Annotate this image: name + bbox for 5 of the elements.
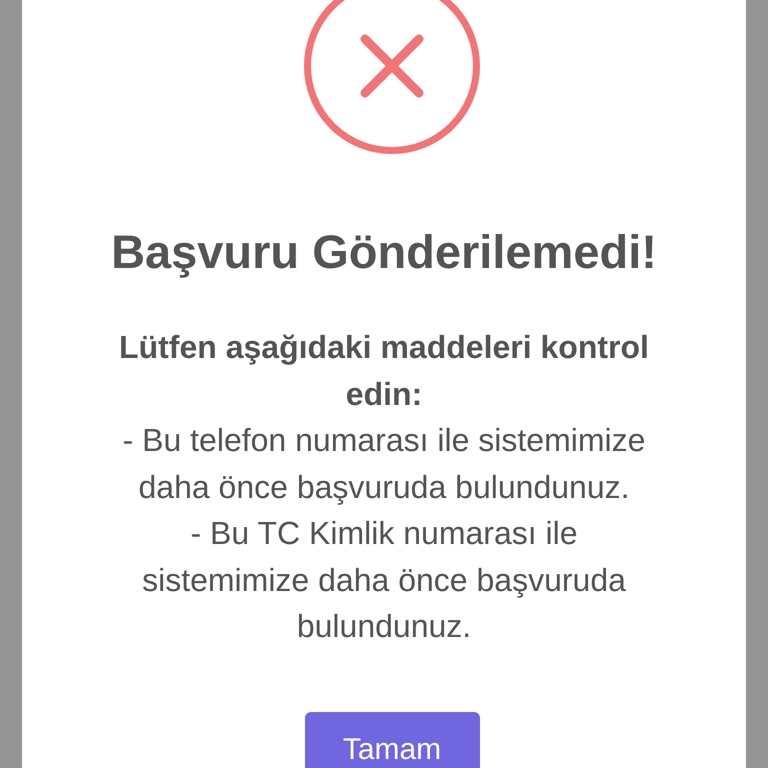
message-item: - Bu TC Kimlik numarası ile sistemimize daha önce başvuruda bulundunuz. — [141, 514, 627, 646]
confirm-button[interactable]: Tamam — [304, 712, 480, 768]
message-heading: Lütfen aşağıdaki maddeleri kontrol edin: — [118, 328, 650, 414]
dialog-title: Başvuru Gönderilemedi! — [111, 224, 657, 280]
message-item: - Bu telefon numarası ile sistemimize daha önce başvuruda bulundunuz. — [122, 421, 646, 507]
